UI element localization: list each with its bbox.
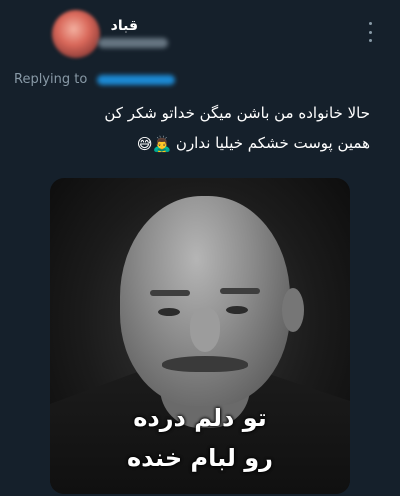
photo-ear bbox=[282, 288, 304, 332]
photo-left-eye bbox=[158, 308, 180, 316]
tweet-text-line-1: حالا خانواده من باشن میگن خداتو شکر کن bbox=[104, 104, 370, 122]
reply-target-link-blurred[interactable] bbox=[97, 74, 176, 85]
avatar[interactable] bbox=[52, 10, 100, 58]
reply-context: Replying to bbox=[14, 72, 176, 90]
author-name[interactable]: قباد bbox=[111, 18, 138, 34]
photo-right-brow bbox=[220, 288, 260, 294]
author-handle-blurred[interactable] bbox=[98, 38, 168, 48]
photo-head bbox=[120, 196, 290, 406]
photo-mustache bbox=[162, 356, 248, 372]
tweet-text-line-2-text: همین پوست خشکم خیلیا ندارن bbox=[175, 134, 370, 152]
photo-right-eye bbox=[226, 306, 248, 314]
person-bowing-emoji-icon: 🙇‍♂️ bbox=[152, 134, 172, 153]
tweet-header: قباد bbox=[0, 0, 400, 64]
meme-caption-line-2: رو لبام خنده bbox=[127, 444, 273, 472]
photo-left-brow bbox=[150, 290, 190, 296]
tweet-text: حالا خانواده من باشن میگن خداتو شکر کن ه… bbox=[30, 98, 370, 159]
photo-nose bbox=[190, 308, 220, 352]
meme-caption-line-1: تو دلم درده bbox=[133, 404, 267, 432]
tweet-text-line-2: همین پوست خشکم خیلیا ندارن 🙇‍♂️😅 bbox=[30, 128, 370, 159]
more-options-icon[interactable] bbox=[364, 22, 376, 42]
reply-label: Replying to bbox=[14, 72, 88, 87]
grinning-sweat-emoji-icon: 😅 bbox=[136, 134, 153, 153]
tweet-media-image[interactable]: تو دلم درده رو لبام خنده bbox=[50, 178, 350, 494]
